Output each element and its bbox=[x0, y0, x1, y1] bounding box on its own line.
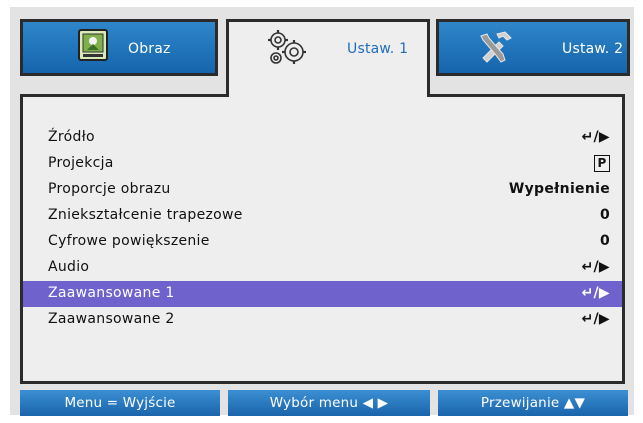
menu-item-label: Proporcje obrazu bbox=[48, 181, 171, 197]
menu-item-label: Zaawansowane 1 bbox=[48, 285, 175, 301]
menu-item-label: Projekcja bbox=[48, 155, 114, 171]
settings-panel: Źródło ↵/▶ Projekcja P Proporcje obrazu … bbox=[20, 94, 625, 384]
gears-icon bbox=[264, 28, 308, 72]
menu-item-audio[interactable]: Audio ↵/▶ bbox=[23, 255, 622, 281]
menu-item-value: 0 bbox=[599, 207, 610, 223]
menu-item-projekcja[interactable]: Projekcja P bbox=[23, 151, 622, 177]
tab-ustaw-2[interactable]: Ustaw. 2 bbox=[436, 19, 630, 76]
tab-label: Obraz bbox=[128, 41, 171, 57]
tab-obraz[interactable]: Obraz bbox=[20, 19, 218, 76]
menu-item-proporcje-obrazu[interactable]: Proporcje obrazu Wypełnienie bbox=[23, 177, 622, 203]
menu-item-label: Źródło bbox=[48, 129, 95, 145]
enter-arrow-icon: ↵/▶ bbox=[581, 129, 610, 145]
osd-menu: Obraz Ustaw. 1 Ustaw. 2 Źródło ↵/▶ Proje… bbox=[10, 7, 634, 416]
menu-item-zaawansowane-1[interactable]: Zaawansowane 1 ↵/▶ bbox=[23, 281, 622, 307]
footer-scroll: Przewijanie ▲▼ bbox=[438, 390, 628, 416]
projection-icon: P bbox=[594, 155, 610, 172]
menu-item-value: 0 bbox=[599, 233, 610, 249]
menu-item-zniekształcenie-trapezowe[interactable]: Zniekształcenie trapezowe 0 bbox=[23, 203, 622, 229]
footer-select-menu: Wybór menu ◀ ▶ bbox=[228, 390, 430, 416]
menu-item-cyfrowe-powiekszenie[interactable]: Cyfrowe powiększenie 0 bbox=[23, 229, 622, 255]
menu-item-label: Zniekształcenie trapezowe bbox=[48, 207, 243, 223]
footer-menu-exit: Menu = Wyjście bbox=[20, 390, 220, 416]
enter-arrow-icon: ↵/▶ bbox=[581, 259, 610, 275]
enter-arrow-icon: ↵/▶ bbox=[581, 311, 610, 327]
image-settings-icon bbox=[78, 29, 108, 67]
menu-item-value: Wypełnienie bbox=[508, 181, 610, 197]
menu-item-label: Cyfrowe powiększenie bbox=[48, 233, 210, 249]
tab-label: Ustaw. 2 bbox=[562, 41, 624, 57]
tools-icon bbox=[477, 30, 513, 68]
tab-ustaw-1[interactable]: Ustaw. 1 bbox=[226, 19, 430, 97]
projection-value: P bbox=[594, 155, 610, 172]
menu-item-label: Audio bbox=[48, 259, 90, 275]
enter-arrow-icon: ↵/▶ bbox=[581, 285, 610, 301]
menu-item-zrodlo[interactable]: Źródło ↵/▶ bbox=[23, 125, 622, 151]
menu-item-zaawansowane-2[interactable]: Zaawansowane 2 ↵/▶ bbox=[23, 307, 622, 333]
menu-item-label: Zaawansowane 2 bbox=[48, 311, 175, 327]
tab-label: Ustaw. 1 bbox=[347, 41, 409, 57]
